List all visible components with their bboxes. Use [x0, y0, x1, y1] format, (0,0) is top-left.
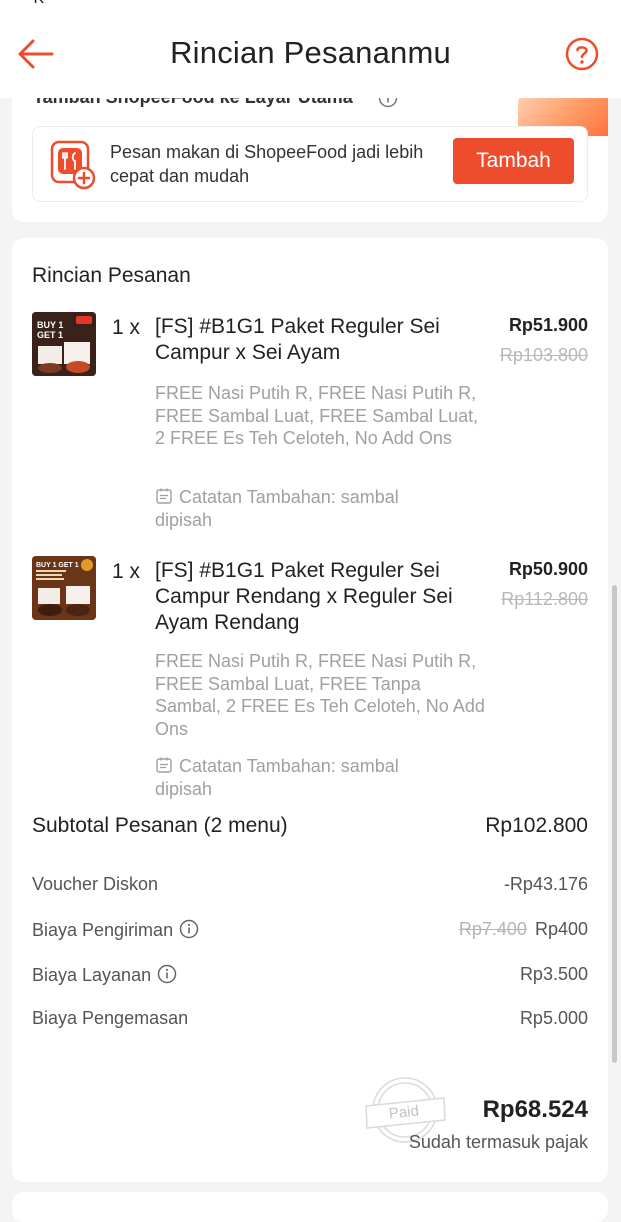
fee-label-wrap: Biaya Layanan — [32, 964, 177, 986]
fee-label: Biaya Pengemasan — [32, 1008, 189, 1028]
svg-text:BUY 1: BUY 1 — [37, 320, 63, 330]
item-quantity: 1 x — [112, 316, 141, 339]
total-value: Rp68.524 — [482, 1096, 588, 1123]
next-card-edge — [12, 1192, 608, 1222]
fee-value: Rp3.500 — [519, 964, 588, 984]
note-calendar-icon — [156, 488, 172, 504]
note-calendar-icon — [156, 757, 172, 773]
item-price: Rp51.900 — [508, 315, 588, 335]
item-thumbnail: BUY 1 GET 1 — [32, 556, 96, 620]
fee-label: Voucher Diskon — [32, 874, 159, 894]
page-title: Rincian Pesananmu — [170, 35, 451, 70]
section-title: Rincian Pesanan — [32, 264, 191, 287]
item-name: [FS] #B1G1 Paket Reguler Sei Campur x Se… — [155, 315, 440, 364]
item-note-text: Catatan Tambahan: sambal dipisah — [155, 487, 399, 530]
item-addons: FREE Nasi Putih R, FREE Nasi Putih R, FR… — [155, 651, 485, 739]
promo-box: Pesan makan di ShopeeFood jadi lebih cep… — [32, 126, 588, 202]
question-circle-icon — [565, 37, 599, 71]
fee-value: Rp5.000 — [519, 1008, 588, 1028]
subtotal-label: Subtotal Pesanan (2 menu) — [32, 814, 288, 837]
subtotal-value: Rp102.800 — [485, 814, 588, 837]
svg-text:GET 1: GET 1 — [37, 330, 63, 340]
add-to-homescreen-button[interactable]: Tambah — [453, 138, 574, 184]
info-circle-icon[interactable] — [179, 919, 199, 939]
status-bar-fragment: ' K — [26, 0, 44, 8]
fee-label-wrap: Biaya Pengiriman — [32, 919, 199, 941]
fee-value: -Rp43.176 — [503, 874, 588, 894]
item-name: [FS] #B1G1 Paket Reguler Sei Campur Rend… — [155, 559, 453, 634]
top-navigation-bar: ' K Rincian Pesananmu — [0, 0, 621, 98]
subtotal-row: Subtotal Pesanan (2 menu) Rp102.800 — [32, 814, 588, 842]
fee-value-wrap: Rp7.400 Rp400 — [459, 919, 588, 940]
paid-stamp-text: Paid — [388, 1102, 420, 1122]
info-circle-icon[interactable] — [157, 964, 177, 984]
fee-row-voucher: Voucher Diskon -Rp43.176 — [32, 874, 588, 900]
svg-text:BUY 1 GET 1: BUY 1 GET 1 — [36, 562, 79, 569]
item-note-text: Catatan Tambahan: sambal dipisah — [155, 756, 399, 799]
order-item[interactable]: BUY 1 GET 1 1 x [FS] #B1G1 Paket Reguler… — [12, 556, 608, 806]
item-addons: FREE Nasi Putih R, FREE Nasi Putih R, FR… — [155, 383, 479, 448]
promo-description: Pesan makan di ShopeeFood jadi lebih cep… — [110, 142, 424, 186]
order-details-card: Rincian Pesanan BUY 1 GET 1 1 x [FS] #B1… — [12, 238, 608, 1182]
fee-row-packaging: Biaya Pengemasan Rp5.000 — [32, 1008, 588, 1034]
total-tax-note: Sudah termasuk pajak — [408, 1132, 588, 1152]
order-item[interactable]: BUY 1 GET 1 1 x [FS] #B1G1 Paket Reguler… — [12, 312, 608, 542]
item-price: Rp50.900 — [508, 559, 588, 579]
shopeefood-app-icon — [50, 140, 96, 190]
item-original-price: Rp103.800 — [499, 345, 588, 365]
scrollbar[interactable] — [612, 585, 617, 1063]
item-quantity: 1 x — [112, 560, 141, 583]
item-note: Catatan Tambahan: sambal dipisah — [155, 755, 455, 801]
fee-label: Biaya Layanan — [32, 965, 152, 985]
fee-row-delivery: Biaya Pengiriman Rp7.400 Rp400 — [32, 919, 588, 945]
fee-original-value: Rp7.400 — [458, 919, 527, 939]
help-button[interactable] — [565, 37, 599, 71]
fee-value: Rp400 — [534, 919, 588, 939]
item-original-price: Rp112.800 — [501, 589, 588, 609]
item-thumbnail: BUY 1 GET 1 — [32, 312, 96, 376]
fee-row-service: Biaya Layanan Rp3.500 — [32, 964, 588, 990]
item-note: Catatan Tambahan: sambal dipisah — [155, 486, 455, 532]
fee-label: Biaya Pengiriman — [32, 920, 174, 940]
